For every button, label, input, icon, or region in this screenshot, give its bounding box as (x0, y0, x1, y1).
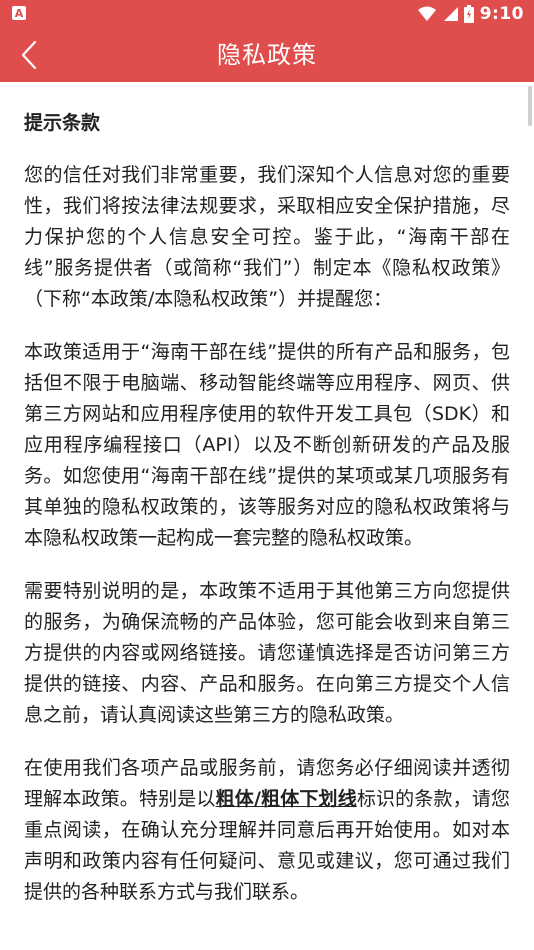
app-bar: 隐私政策 (0, 28, 534, 82)
bold-underline-term: 粗体下划线 (260, 788, 357, 810)
bold-underline-term: 粗体 (215, 788, 254, 810)
signal-icon (443, 7, 458, 21)
status-icons: 9:10 (417, 4, 524, 24)
status-bar: A 9:10 (0, 0, 534, 28)
battery-icon (463, 5, 474, 23)
section-heading: 提示条款 (24, 112, 101, 134)
scrollbar[interactable] (528, 86, 532, 126)
separator-text: / (253, 788, 261, 810)
bold-term: 粗体/粗体下划线 (216, 788, 357, 810)
paragraph: 本政策适用于“海南干部在线”提供的所有产品和服务，包括但不限于电脑端、移动智能终… (24, 341, 510, 549)
wifi-icon (417, 6, 436, 21)
notification-icon: A (12, 6, 26, 20)
policy-content: 提示条款 您的信任对我们非常重要，我们深知个人信息对您的重要性，我们将按法律法规… (24, 82, 510, 950)
paragraph: 您的信任对我们非常重要，我们深知个人信息对您的重要性，我们将按法律法规要求，采取… (24, 164, 510, 310)
paragraph: 在使用我们各项产品或服务前，请您务必仔细阅读并透彻理解本政策。特别是以粗体/粗体… (24, 753, 510, 908)
paragraph: 需要特别说明的是，本政策不适用于其他第三方向您提供的服务，为确保流畅的产品体验，… (24, 580, 510, 726)
status-time: 9:10 (479, 4, 524, 24)
page-title: 隐私政策 (217, 41, 317, 69)
